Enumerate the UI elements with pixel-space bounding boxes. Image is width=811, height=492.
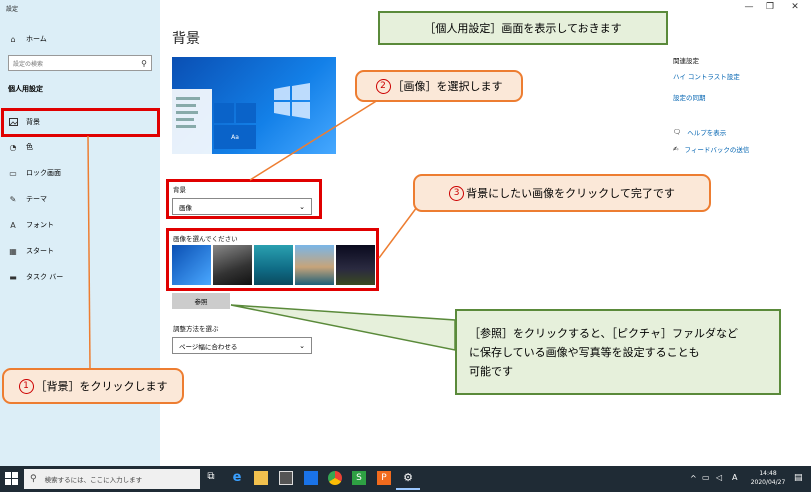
clock-date: 2020/04/27 [750, 479, 786, 486]
browse-note-line2: に保存している画像や写真等を設定することも [469, 345, 700, 359]
volume-icon[interactable]: ◁ [716, 473, 722, 482]
taskbar-clock[interactable]: 14:48 2020/04/27 [748, 469, 788, 487]
presentation-app-icon[interactable]: P [377, 471, 391, 485]
chrome-icon[interactable] [328, 471, 342, 485]
browse-note-line1: ［参照］をクリックすると、［ピクチャ］ファルダなど [469, 326, 738, 340]
connector-step2 [249, 99, 379, 181]
taskbar-search-placeholder: 検索するには、ここに入力します [44, 476, 143, 484]
store-icon[interactable] [279, 471, 293, 485]
step2-text: ［画像］を選択します [392, 80, 503, 93]
mail-icon[interactable] [304, 471, 318, 485]
callout-top: ［個人用設定］画面を表示しておきます [378, 11, 668, 45]
windows-start-icon[interactable] [5, 472, 18, 485]
step3-number: 3 [449, 185, 465, 201]
callout-step3: 3 背景にしたい画像をクリックして完了です [413, 174, 711, 212]
notifications-icon[interactable]: ▤ [794, 473, 803, 483]
callout-step2: 2 ［画像］を選択します [355, 70, 523, 102]
step1-text: ［背景］をクリックします [35, 380, 168, 393]
connector-step3 [378, 202, 421, 259]
network-icon[interactable]: ▭ [702, 473, 710, 482]
step2-number: 2 [375, 78, 391, 94]
edge-browser-icon[interactable]: e [230, 471, 244, 485]
ime-mode-indicator[interactable]: A [732, 473, 737, 482]
connector-step1 [87, 135, 91, 369]
search-icon: ⚲ [30, 474, 37, 484]
step1-number: 1 [18, 378, 34, 394]
settings-gear-icon[interactable]: ⚙ [401, 471, 415, 485]
task-view-icon[interactable]: ⧉ [204, 471, 218, 485]
step3-text: 背景にしたい画像をクリックして完了です [466, 187, 675, 200]
active-app-indicator [396, 488, 420, 490]
browse-note-line3: 可能です [469, 364, 513, 378]
show-hidden-icons-icon[interactable]: ^ [690, 474, 697, 483]
sheets-app-icon[interactable]: S [352, 471, 366, 485]
callout-browse-note: ［参照］をクリックすると、［ピクチャ］ファルダなど に保存している画像や写真等を… [455, 309, 781, 395]
taskbar-search-input[interactable]: ⚲ 検索するには、ここに入力します [24, 469, 200, 489]
file-explorer-icon[interactable] [254, 471, 268, 485]
callout-step1: 1 ［背景］をクリックします [2, 368, 184, 404]
clock-time: 14:48 [759, 470, 777, 477]
connector-browse-note [230, 304, 456, 351]
